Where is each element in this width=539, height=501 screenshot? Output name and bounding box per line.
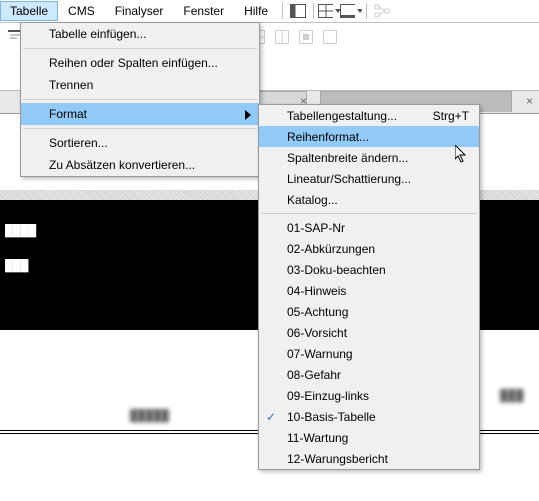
menu-item-katalog[interactable]: Katalog... bbox=[259, 189, 479, 210]
menu-tabelle[interactable]: Tabelle bbox=[0, 1, 58, 21]
menu-item-03-doku-beachten[interactable]: 03-Doku-beachten bbox=[259, 259, 479, 280]
menu-item-lineatur[interactable]: Lineatur/Schattierung... bbox=[259, 168, 479, 189]
label: Zu Absätzen konvertieren... bbox=[49, 158, 195, 172]
menu-item-format[interactable]: Format bbox=[21, 103, 259, 125]
label: 02-Abkürzungen bbox=[287, 242, 375, 256]
toolbar-structure-icon[interactable] bbox=[371, 0, 393, 22]
menu-cms[interactable]: CMS bbox=[58, 1, 105, 21]
label: 05-Achtung bbox=[287, 305, 348, 319]
tool-d-icon[interactable] bbox=[319, 26, 341, 48]
obscured-text: █████ bbox=[130, 410, 169, 422]
menu-item-sortieren[interactable]: Sortieren... bbox=[21, 132, 259, 154]
menubar: Tabelle CMS Finalyser Fenster Hilfe bbox=[0, 0, 539, 23]
label: 01-SAP-Nr bbox=[287, 221, 345, 235]
label: 03-Doku-beachten bbox=[287, 263, 386, 277]
toolbar-panel-icon[interactable] bbox=[287, 0, 309, 22]
toolbar-grid-icon[interactable] bbox=[318, 0, 340, 22]
label: 10-Basis-Tabelle bbox=[287, 410, 376, 424]
toolbar-border-icon[interactable] bbox=[340, 0, 362, 22]
menu-item-01-sap-nr[interactable]: 01-SAP-Nr bbox=[259, 217, 479, 238]
menubar-separator bbox=[282, 3, 283, 19]
tool-b-icon[interactable] bbox=[271, 26, 293, 48]
menu-item-zu-absaetzen[interactable]: Zu Absätzen konvertieren... bbox=[21, 154, 259, 176]
menu-item-reihen-spalten-einfuegen[interactable]: Reihen oder Spalten einfügen... bbox=[21, 52, 259, 74]
menu-item-02-abkuerzungen[interactable]: 02-Abkürzungen bbox=[259, 238, 479, 259]
menu-item-08-gefahr[interactable]: 08-Gefahr bbox=[259, 364, 479, 385]
menu-separator bbox=[23, 99, 257, 100]
label: 04-Hinweis bbox=[287, 284, 346, 298]
submenu-format: Tabellengestaltung... Strg+T Reihenformat… bbox=[258, 104, 480, 470]
menubar-separator bbox=[313, 3, 314, 19]
label: Tabelle einfügen... bbox=[49, 27, 146, 41]
menu-item-reihenformat[interactable]: Reihenformat... bbox=[259, 126, 479, 147]
menu-separator bbox=[23, 48, 257, 49]
menu-item-spaltenbreite[interactable]: Spaltenbreite ändern... bbox=[259, 147, 479, 168]
label: 06-Vorsicht bbox=[287, 326, 347, 340]
label: Trennen bbox=[49, 78, 93, 92]
label: Lineatur/Schattierung... bbox=[287, 172, 411, 186]
menu-item-04-hinweis[interactable]: 04-Hinweis bbox=[259, 280, 479, 301]
menu-item-10-basis-tabelle[interactable]: ✓ 10-Basis-Tabelle bbox=[259, 406, 479, 427]
label: 07-Warnung bbox=[287, 347, 353, 361]
menu-item-trennen[interactable]: Trennen bbox=[21, 74, 259, 96]
menu-tabelle-dropdown: Tabelle einfügen... Reihen oder Spalten … bbox=[20, 22, 260, 177]
label: Sortieren... bbox=[49, 136, 108, 150]
menubar-separator bbox=[366, 3, 367, 19]
obscured-text: ███ bbox=[5, 260, 28, 272]
menu-item-07-warnung[interactable]: 07-Warnung bbox=[259, 343, 479, 364]
menu-separator bbox=[261, 213, 477, 214]
label: Tabellengestaltung... bbox=[287, 109, 397, 123]
menu-finalyser[interactable]: Finalyser bbox=[105, 1, 174, 21]
obscured-text: ███ bbox=[500, 390, 523, 402]
label: Spaltenbreite ändern... bbox=[287, 151, 408, 165]
shortcut: Strg+T bbox=[433, 109, 469, 123]
menu-item-tabelle-einfuegen[interactable]: Tabelle einfügen... bbox=[21, 23, 259, 45]
submenu-arrow-icon bbox=[245, 109, 251, 123]
label: Reihenformat... bbox=[287, 130, 369, 144]
label: 12-Warungsbericht bbox=[287, 452, 388, 466]
menu-item-09-einzug-links[interactable]: 09-Einzug-links bbox=[259, 385, 479, 406]
check-icon: ✓ bbox=[266, 410, 276, 424]
menu-item-06-vorsicht[interactable]: 06-Vorsicht bbox=[259, 322, 479, 343]
tab-close-icon[interactable]: × bbox=[526, 94, 533, 108]
menu-hilfe[interactable]: Hilfe bbox=[234, 1, 278, 21]
menu-fenster[interactable]: Fenster bbox=[173, 1, 234, 21]
label: 11-Wartung bbox=[287, 431, 348, 445]
menu-item-05-achtung[interactable]: 05-Achtung bbox=[259, 301, 479, 322]
label: Katalog... bbox=[287, 193, 338, 207]
label: 09-Einzug-links bbox=[287, 389, 369, 403]
obscured-text: ████ bbox=[5, 225, 36, 237]
label: 08-Gefahr bbox=[287, 368, 341, 382]
menu-separator bbox=[23, 128, 257, 129]
tool-c-icon[interactable] bbox=[295, 26, 317, 48]
menu-item-12-warungsbericht[interactable]: 12-Warungsbericht bbox=[259, 448, 479, 469]
menu-item-11-wartung[interactable]: 11-Wartung bbox=[259, 427, 479, 448]
label: Format bbox=[49, 107, 87, 121]
menu-item-tabellengestaltung[interactable]: Tabellengestaltung... Strg+T bbox=[259, 105, 479, 126]
label: Reihen oder Spalten einfügen... bbox=[49, 56, 218, 70]
